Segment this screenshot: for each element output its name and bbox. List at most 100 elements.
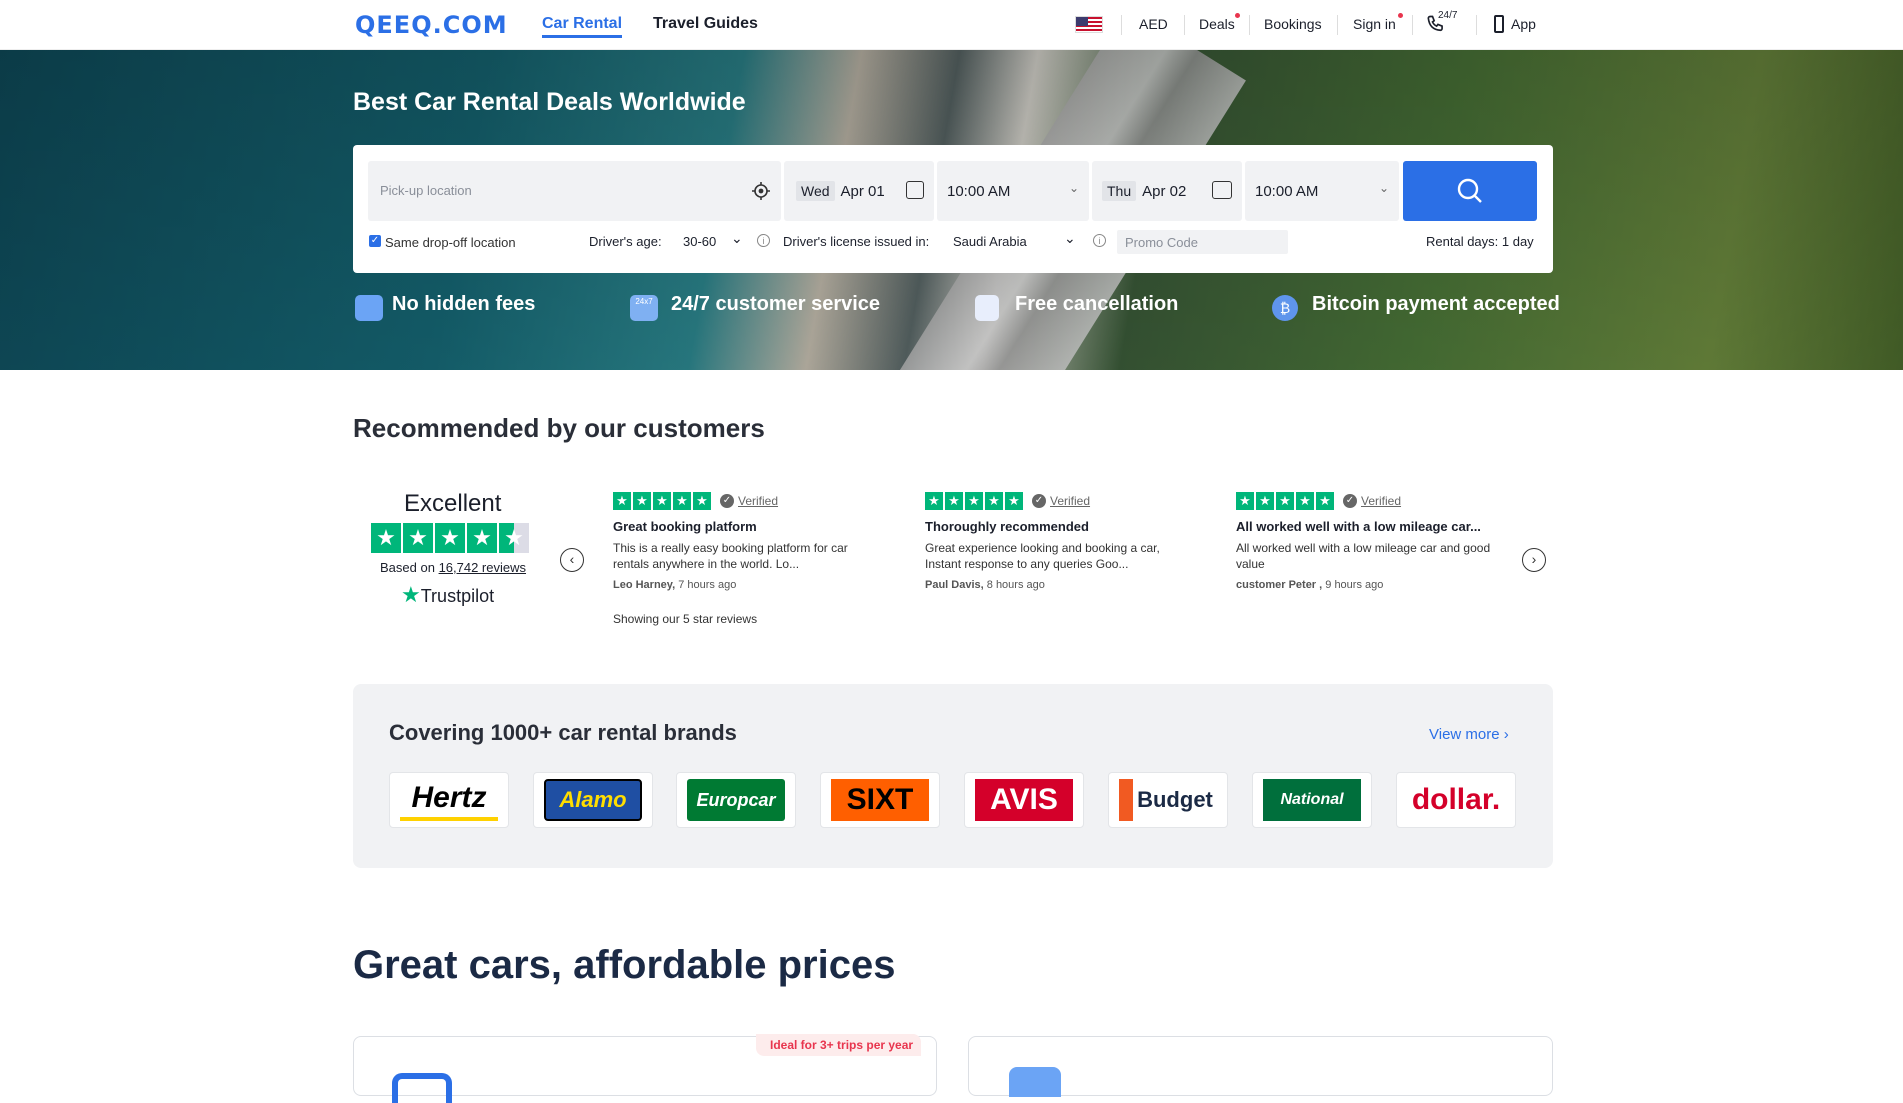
verified-link[interactable]: Verified (1361, 494, 1401, 508)
calendar-icon (906, 181, 924, 199)
review-title: Great booking platform (613, 519, 757, 534)
chevron-right-icon: › (1531, 551, 1537, 567)
cancel-icon (975, 295, 999, 321)
promo-code-input[interactable]: Promo Code (1117, 230, 1288, 254)
search-icon (1457, 178, 1482, 203)
star-icon: ★ (693, 492, 711, 510)
info-icon[interactable]: i (1093, 234, 1106, 247)
star-icon: ★ (371, 523, 401, 553)
bookings-link[interactable]: Bookings (1264, 16, 1322, 32)
pickup-time-select[interactable]: 10:00 AM ⌄ (937, 161, 1089, 221)
star-icon: ★ (673, 492, 691, 510)
reviews-next-button[interactable]: › (1522, 548, 1546, 572)
dropoff-day: Thu (1102, 181, 1137, 201)
chevron-left-icon: ‹ (569, 551, 575, 567)
brand-hertz[interactable]: Hertz (389, 772, 509, 828)
review-body: This is a really easy booking platform f… (613, 541, 848, 571)
review-title: All worked well with a low mileage car..… (1236, 519, 1481, 534)
trustpilot-based-on: Based on 16,742 reviews (380, 560, 527, 575)
verified-check-icon: ✓ (1343, 494, 1357, 508)
review-stars: ★ ★ ★ ★ ★ (613, 492, 711, 510)
great-cars-title: Great cars, affordable prices (353, 943, 896, 987)
app-link[interactable]: App (1511, 16, 1536, 32)
same-dropoff-label: Same drop-off location (385, 235, 516, 250)
pickup-day: Wed (796, 181, 835, 201)
brands-title: Covering 1000+ car rental brands (389, 720, 737, 745)
dropoff-date: Apr 02 (1142, 183, 1187, 200)
deals-notification-dot (1235, 13, 1240, 18)
same-dropoff-checkbox[interactable]: ✓ (369, 235, 381, 247)
star-icon: ★ (633, 492, 651, 510)
site-logo[interactable]: QEEQ.COM (355, 11, 508, 39)
verified-link[interactable]: Verified (1050, 494, 1090, 508)
star-icon: ★ (1256, 492, 1274, 510)
search-panel: Pick-up location Wed Apr 01 10:00 AM ⌄ Th… (353, 145, 1553, 273)
hero-banner: Best Car Rental Deals Worldwide Pick-up … (0, 50, 1903, 370)
us-flag-icon[interactable] (1075, 16, 1103, 33)
star-icon: ★ (1316, 492, 1334, 510)
brand-sixt[interactable]: SIXT (820, 772, 940, 828)
view-more-link[interactable]: View more › (1429, 726, 1509, 743)
divider (1184, 15, 1185, 35)
star-icon: ★ (985, 492, 1003, 510)
plan-card-right[interactable] (968, 1036, 1553, 1097)
info-icon[interactable]: i (757, 234, 770, 247)
star-icon: ★ (1276, 492, 1294, 510)
star-icon: ★ (1236, 492, 1254, 510)
deals-link[interactable]: Deals (1199, 16, 1235, 32)
star-icon: ★ (925, 492, 943, 510)
dropoff-time-select[interactable]: 10:00 AM ⌄ (1245, 161, 1399, 221)
verified-link[interactable]: Verified (738, 494, 778, 508)
feature-free-cancellation: Free cancellation (1015, 293, 1179, 315)
search-button[interactable] (1403, 161, 1537, 221)
star-icon: ★ (945, 492, 963, 510)
brand-avis[interactable]: AVIS (964, 772, 1084, 828)
reviews-section-title: Recommended by our customers (353, 413, 765, 443)
chat-icon: 24x7 (630, 295, 658, 321)
trustpilot-logo[interactable]: ★Trustpilot (401, 582, 494, 608)
review-meta: Paul Davis, 8 hours ago (925, 579, 1045, 591)
star-icon: ★ (653, 492, 671, 510)
top-header: QEEQ.COM Car Rental Travel Guides AED De… (0, 0, 1903, 50)
brand-national[interactable]: National (1252, 772, 1372, 828)
divider (1476, 15, 1477, 35)
feature-customer-service: 24/7 customer service (671, 293, 881, 315)
pickup-location-input[interactable]: Pick-up location (368, 161, 781, 221)
currency-selector[interactable]: AED (1139, 16, 1168, 32)
chevron-down-icon: ⌄ (1069, 181, 1080, 195)
review-count-link[interactable]: 16,742 reviews (439, 560, 526, 575)
ideal-trips-badge: Ideal for 3+ trips per year (756, 1034, 922, 1056)
license-country-select[interactable]: Saudi Arabia ⌄ (949, 230, 1079, 253)
license-country-label: Driver's license issued in: (783, 234, 930, 249)
feature-bitcoin-payment: Bitcoin payment accepted (1312, 293, 1560, 315)
sign-in-notification-dot (1398, 13, 1403, 18)
support-24-7-badge: 24/7 (1438, 10, 1458, 21)
hero-title: Best Car Rental Deals Worldwide (353, 88, 746, 116)
driver-age-label: Driver's age: (589, 234, 662, 249)
divider (1337, 15, 1338, 35)
card-icon (392, 1073, 452, 1103)
dropoff-date-field[interactable]: Thu Apr 02 (1092, 161, 1242, 221)
brand-dollar[interactable]: dollar. (1396, 772, 1516, 828)
mobile-phone-icon[interactable] (1494, 15, 1504, 33)
pickup-date-field[interactable]: Wed Apr 01 (784, 161, 934, 221)
star-icon: ★ (965, 492, 983, 510)
locate-icon[interactable] (751, 181, 771, 206)
star-icon: ★ (499, 523, 529, 553)
brand-alamo[interactable]: Alamo (533, 772, 653, 828)
trustpilot-star-icon: ★ (401, 582, 421, 607)
reviews-prev-button[interactable]: ‹ (560, 548, 584, 572)
star-icon: ★ (435, 523, 465, 553)
verified-check-icon: ✓ (720, 494, 734, 508)
sign-in-link[interactable]: Sign in (1353, 16, 1396, 32)
review-meta: Leo Harney, 7 hours ago (613, 579, 737, 591)
nav-car-rental[interactable]: Car Rental (542, 15, 623, 38)
driver-age-select[interactable]: 30-60 ⌄ (679, 230, 749, 253)
chevron-down-icon: ⌄ (731, 230, 743, 246)
nav-travel-guides[interactable]: Travel Guides (653, 15, 758, 33)
brand-budget[interactable]: Budget (1108, 772, 1228, 828)
star-icon: ★ (467, 523, 497, 553)
rental-days: Rental days: 1 day (1426, 234, 1534, 249)
star-icon: ★ (1005, 492, 1023, 510)
brand-europcar[interactable]: Europcar (676, 772, 796, 828)
